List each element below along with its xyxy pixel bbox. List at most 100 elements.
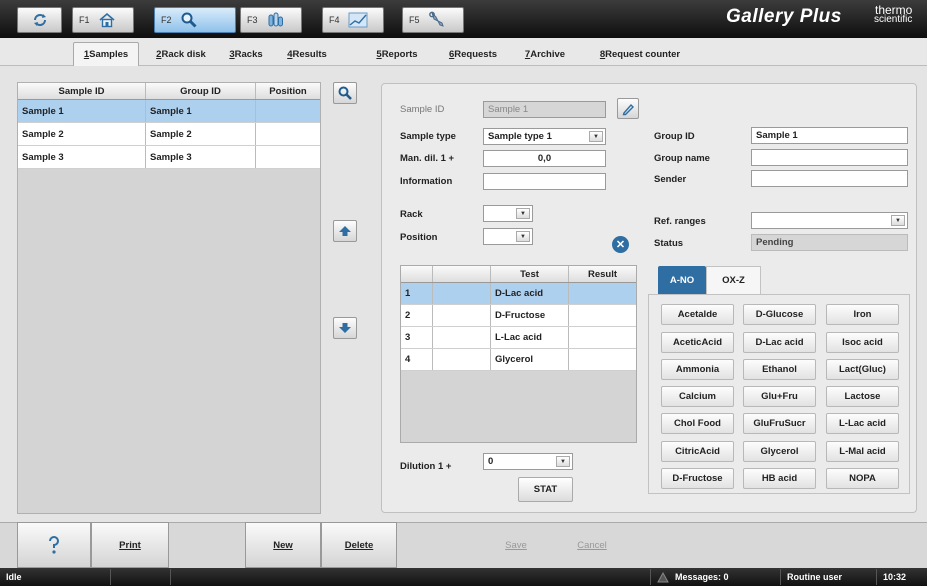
sample-type-select[interactable]: Sample type 1 ▼: [483, 128, 606, 145]
test-button[interactable]: NOPA: [826, 468, 899, 489]
cell-result: [569, 349, 636, 370]
f1-home-button[interactable]: F1: [72, 7, 134, 33]
test-button[interactable]: D-Fructose: [661, 468, 734, 489]
tab-requests[interactable]: 6 Requests: [441, 42, 505, 66]
delete-button[interactable]: Delete: [321, 522, 397, 568]
tab-results-label: Results: [292, 48, 327, 60]
col-group-id[interactable]: Group ID: [146, 83, 256, 99]
chevron-down-icon: ▼: [891, 215, 905, 226]
dilution-value: 0: [488, 456, 494, 467]
table-row[interactable]: 4 Glycerol: [401, 349, 636, 371]
cancel-button[interactable]: Cancel: [554, 522, 630, 568]
test-button[interactable]: Iron: [826, 304, 899, 325]
status-label: Status: [654, 238, 684, 249]
tab-rack-disk[interactable]: 2 Rack disk: [149, 42, 213, 66]
chart-icon: [348, 12, 368, 28]
test-button[interactable]: HB acid: [743, 468, 816, 489]
print-button[interactable]: Print: [91, 522, 169, 568]
cell-position: [256, 123, 320, 145]
col-position[interactable]: Position: [256, 83, 320, 99]
man-dil-field[interactable]: 0,0: [483, 150, 606, 167]
move-down-button[interactable]: [333, 317, 357, 339]
tab-request-counter[interactable]: 8 Request counter: [592, 42, 688, 66]
col-result[interactable]: Result: [569, 266, 636, 282]
f3-samples-button[interactable]: F3: [240, 7, 302, 33]
remove-test-button[interactable]: ✕: [612, 236, 629, 253]
tab-samples[interactable]: 1 Samples: [73, 42, 139, 66]
maker-logo: thermo scientific: [874, 4, 912, 25]
f5-label: F5: [409, 15, 420, 25]
test-button[interactable]: Glycerol: [743, 441, 816, 462]
home-icon: [98, 12, 115, 28]
cell-sample-id: Sample 2: [18, 123, 146, 145]
tab-racks[interactable]: 3 Racks: [224, 42, 268, 66]
test-button[interactable]: GluFruSucr: [743, 413, 816, 434]
rack-label: Rack: [400, 209, 423, 220]
tab-a-no[interactable]: A-NO: [658, 266, 706, 294]
help-button[interactable]: [17, 522, 91, 568]
group-id-field[interactable]: Sample 1: [751, 127, 908, 144]
table-row[interactable]: Sample 2 Sample 2: [18, 123, 320, 146]
move-up-button[interactable]: [333, 220, 357, 242]
cell-result: [569, 305, 636, 326]
cell-position: [256, 100, 320, 122]
sender-field[interactable]: [751, 170, 908, 187]
test-button[interactable]: Lact(Gluc): [826, 359, 899, 380]
col-sample-id[interactable]: Sample ID: [18, 83, 146, 99]
cell-test: D-Lac acid: [491, 283, 569, 304]
test-button[interactable]: Calcium: [661, 386, 734, 407]
refresh-button[interactable]: [17, 7, 62, 33]
test-button[interactable]: Glu+Fru: [743, 386, 816, 407]
ref-ranges-select[interactable]: ▼: [751, 212, 908, 229]
test-button[interactable]: Acetalde: [661, 304, 734, 325]
test-button[interactable]: Ammonia: [661, 359, 734, 380]
tab-archive[interactable]: 7 Archive: [517, 42, 573, 66]
chevron-down-icon: ▼: [556, 456, 570, 467]
test-button[interactable]: Lactose: [826, 386, 899, 407]
test-button[interactable]: CitricAcid: [661, 441, 734, 462]
edit-button[interactable]: [617, 98, 639, 119]
tab-ox-z[interactable]: OX-Z: [706, 266, 761, 294]
position-select[interactable]: ▼: [483, 228, 533, 245]
table-row[interactable]: 1 D-Lac acid: [401, 283, 636, 305]
f5-settings-button[interactable]: F5: [402, 7, 464, 33]
status-bar: Idle Messages: 0 Routine user 10:32: [0, 568, 927, 586]
tab-results[interactable]: 4 Results: [280, 42, 334, 66]
stat-button[interactable]: STAT: [518, 477, 573, 502]
cell-index: 4: [401, 349, 433, 370]
dilution-select[interactable]: 0 ▼: [483, 453, 573, 470]
chevron-down-icon: ▼: [589, 131, 603, 142]
f2-label: F2: [161, 15, 172, 25]
tab-archive-label: Archive: [530, 48, 566, 60]
status-field: Pending: [751, 234, 908, 251]
cell-blank: [433, 305, 491, 326]
tab-reports[interactable]: 5 Reports: [370, 42, 424, 66]
search-button[interactable]: [333, 82, 357, 104]
group-name-field[interactable]: [751, 149, 908, 166]
tab-samples-label: Samples: [89, 49, 129, 60]
table-row[interactable]: Sample 3 Sample 3: [18, 146, 320, 169]
test-selection-grid: Acetalde D-Glucose Iron AceticAcid D-Lac…: [648, 294, 910, 494]
test-button[interactable]: Isoc acid: [826, 332, 899, 353]
test-button[interactable]: Ethanol: [743, 359, 816, 380]
messages-indicator[interactable]: Messages: 0: [650, 569, 770, 585]
f2-search-button[interactable]: F2: [154, 7, 236, 33]
table-row[interactable]: 3 L-Lac acid: [401, 327, 636, 349]
col-test[interactable]: Test: [491, 266, 569, 282]
arrow-up-icon: [339, 226, 351, 236]
rack-select[interactable]: ▼: [483, 205, 533, 222]
test-button[interactable]: L-Lac acid: [826, 413, 899, 434]
new-button[interactable]: New: [245, 522, 321, 568]
f4-reports-button[interactable]: F4: [322, 7, 384, 33]
information-field[interactable]: [483, 173, 606, 190]
test-button[interactable]: D-Glucose: [743, 304, 816, 325]
save-button[interactable]: Save: [478, 522, 554, 568]
table-row[interactable]: 2 D-Fructose: [401, 305, 636, 327]
table-row[interactable]: Sample 1 Sample 1: [18, 100, 320, 123]
test-button[interactable]: D-Lac acid: [743, 332, 816, 353]
test-button[interactable]: Chol Food: [661, 413, 734, 434]
test-button[interactable]: L-Mal acid: [826, 441, 899, 462]
test-button[interactable]: AceticAcid: [661, 332, 734, 353]
warning-icon: [657, 571, 669, 582]
cell-blank: [433, 327, 491, 348]
